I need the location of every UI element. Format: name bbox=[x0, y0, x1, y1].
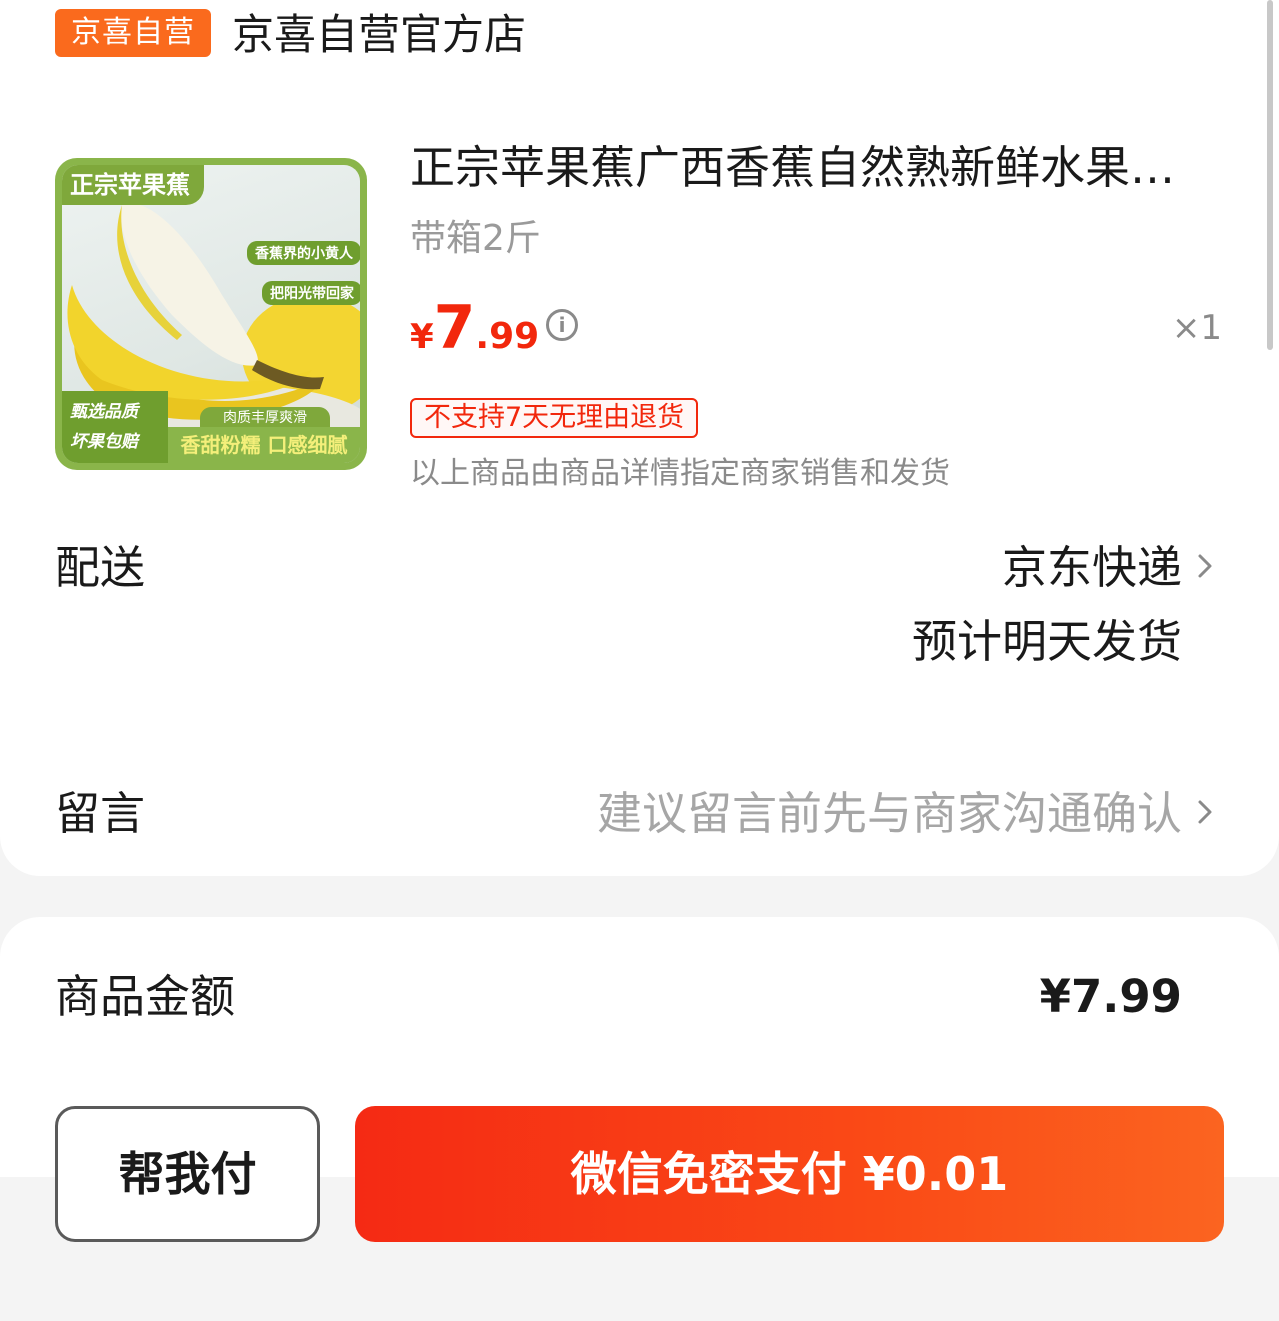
product-price: ¥7.99 bbox=[410, 288, 539, 368]
scrollbar[interactable] bbox=[1267, 0, 1273, 350]
chevron-right-icon[interactable] bbox=[1191, 792, 1219, 832]
goods-amount-value: ¥7.99 bbox=[1039, 970, 1182, 1023]
product-quantity: ×1 bbox=[1171, 308, 1222, 348]
delivery-eta: 预计明天发货 bbox=[911, 615, 1182, 668]
image-texture-pill: 肉质丰厚爽滑 bbox=[200, 407, 330, 429]
image-quality-block: 甄选品质 坏果包赔 bbox=[62, 391, 168, 463]
message-input[interactable]: 建议留言前先与商家沟通确认 bbox=[597, 784, 1182, 844]
image-taste-strip: 香甜粉糯 口感细腻 bbox=[168, 427, 360, 463]
delivery-method[interactable]: 京东快递 bbox=[1002, 538, 1182, 598]
message-label: 留言 bbox=[55, 787, 146, 840]
return-policy-tag: 不支持7天无理由退货 bbox=[410, 398, 699, 438]
price-currency: ¥ bbox=[410, 317, 434, 357]
chevron-right-icon[interactable] bbox=[1191, 546, 1219, 586]
image-quality-line-1: 甄选品质 bbox=[70, 402, 138, 422]
product-image-content: 正宗苹果蕉 香蕉界的小黄人 把阳光带回家 甄选品质 坏果包赔 肉质丰厚爽滑 香甜… bbox=[62, 165, 360, 463]
info-icon[interactable]: i bbox=[546, 309, 578, 341]
product-title[interactable]: 正宗苹果蕉广西香蕉自然熟新鲜水果… bbox=[410, 138, 1225, 198]
image-banner: 正宗苹果蕉 bbox=[62, 165, 204, 205]
store-badge: 京喜自营 bbox=[55, 9, 211, 57]
delivery-label: 配送 bbox=[55, 541, 146, 594]
image-quality-line-2: 坏果包赔 bbox=[70, 432, 138, 452]
store-name[interactable]: 京喜自营官方店 bbox=[232, 8, 526, 62]
goods-amount-label: 商品金额 bbox=[55, 970, 236, 1023]
order-card: 京喜自营 京喜自营官方店 正宗苹果蕉 香蕉界的小黄人 把阳光带回家 甄选品质 坏… bbox=[0, 0, 1279, 876]
product-image[interactable]: 正宗苹果蕉 香蕉界的小黄人 把阳光带回家 甄选品质 坏果包赔 肉质丰厚爽滑 香甜… bbox=[55, 158, 367, 470]
help-me-pay-button[interactable]: 帮我付 bbox=[55, 1106, 320, 1242]
seller-note: 以上商品由商品详情指定商家销售和发货 bbox=[410, 456, 950, 491]
product-spec: 带箱2斤 bbox=[410, 218, 541, 259]
price-decimal: .99 bbox=[475, 316, 540, 357]
image-tag-1: 香蕉界的小黄人 bbox=[247, 241, 360, 265]
price-integer: 7 bbox=[433, 293, 476, 363]
image-tag-2: 把阳光带回家 bbox=[262, 281, 360, 305]
wechat-pay-button[interactable]: 微信免密支付 ¥0.01 bbox=[355, 1106, 1224, 1242]
